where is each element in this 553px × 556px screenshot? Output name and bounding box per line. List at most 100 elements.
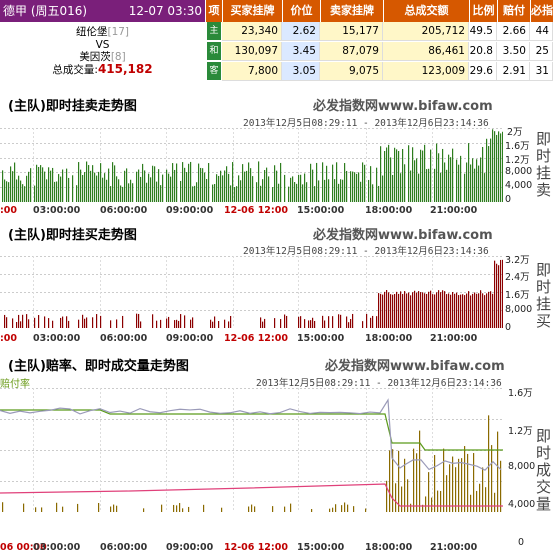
home-team[interactable]: 纽伦堡[17]: [0, 26, 205, 38]
sell-bar: [60, 176, 62, 202]
buy-bar: [398, 293, 400, 328]
buy-bar: [312, 317, 314, 328]
sell-bar: [176, 163, 178, 202]
buy-bar: [332, 316, 334, 328]
buy-bar: [156, 320, 158, 328]
sell-bar: [28, 171, 30, 202]
sell-bar: [72, 175, 74, 202]
sell-bar: [18, 175, 20, 202]
col-header-item: 项: [205, 0, 222, 22]
sell-bar: [396, 149, 398, 202]
buy-bar: [430, 290, 432, 328]
x-tick: 12-06 12:00: [224, 333, 288, 344]
sell-bar: [306, 182, 308, 202]
sell-bar: [232, 162, 234, 202]
sell-bar: [264, 170, 266, 202]
buy-bar: [262, 321, 264, 328]
volume-bar: [188, 506, 190, 512]
sell-bar: [202, 168, 204, 202]
sell-bar: [460, 155, 462, 202]
buy-bar: [392, 294, 394, 328]
volume-bar: [434, 455, 436, 512]
odds-chart-title: (主队)赔率、即时成交量走势图: [8, 359, 189, 374]
volume-bar: [161, 504, 163, 512]
buy-bar: [412, 292, 414, 328]
sell-bar: [442, 148, 444, 202]
buy-bar: [416, 292, 418, 328]
sell-bar: [120, 185, 122, 202]
sell-bar: [430, 149, 432, 202]
volume-bar: [344, 502, 346, 512]
buy-y-tick: 3.2万: [505, 255, 530, 266]
sell-bar: [198, 163, 200, 202]
volume-bar: [440, 490, 442, 512]
sell-bar: [8, 182, 10, 202]
sell-bar: [152, 165, 154, 202]
sell-bar: [362, 162, 364, 202]
buy-bar: [264, 318, 266, 328]
sell-bar: [294, 182, 296, 202]
buy-bar: [418, 291, 420, 328]
buy-bar: [48, 318, 50, 328]
buy-bar: [100, 315, 102, 328]
buy-bar: [190, 319, 192, 328]
sell-bar: [394, 147, 396, 202]
sell-bar: [404, 164, 406, 202]
sell-bar: [492, 129, 494, 202]
buy-bar: [436, 292, 438, 328]
sell-bar: [186, 172, 188, 202]
volume-bar: [476, 490, 478, 512]
cell-sell: 9,075: [320, 62, 383, 81]
sell-bar: [212, 184, 214, 202]
sell-bar: [280, 162, 282, 202]
buy-bar: [352, 313, 354, 328]
sell-bar: [170, 176, 172, 202]
buy-bar: [78, 319, 80, 328]
buy-bar: [214, 316, 216, 328]
odds-y-tick: 1.6万: [508, 388, 533, 399]
sell-bar: [180, 180, 182, 202]
sell-bar: [182, 162, 184, 202]
buy-bar: [52, 320, 54, 328]
sell-bar: [86, 161, 88, 202]
volume-bar: [2, 502, 4, 512]
sell-bar: [440, 172, 442, 202]
volume-bar: [488, 415, 490, 512]
cell-bf: 31: [530, 62, 553, 81]
col-header-payout: 赔付率: [497, 0, 530, 39]
x-tick: 06:00:00: [100, 333, 148, 344]
sell-bar: [238, 175, 240, 202]
sell-bar: [160, 185, 162, 202]
buy-bar: [168, 316, 170, 328]
x-tick: 21:00:00: [430, 542, 478, 553]
sell-bar: [310, 163, 312, 202]
sell-bar: [388, 144, 390, 202]
sell-bar: [316, 162, 318, 202]
volume-bar: [395, 483, 397, 512]
volume-bar: [116, 505, 118, 512]
sell-bar: [312, 169, 314, 202]
buy-bar: [496, 263, 498, 328]
odds-y-title: 即时成交量: [534, 428, 552, 513]
sell-bar: [82, 174, 84, 202]
cell-price: 2.62: [282, 22, 320, 41]
sell-y-tick: 4,000: [505, 180, 533, 191]
buy-bar: [386, 290, 388, 328]
odds-y-tick: 1.2万: [508, 426, 533, 437]
col-header-sell: 卖家挂牌: [320, 0, 383, 22]
buy-bar: [346, 316, 348, 328]
buy-bar: [472, 293, 474, 328]
sell-bar: [342, 179, 344, 202]
sell-bar: [234, 187, 236, 202]
odds-y-tick: 4,000: [508, 499, 536, 510]
cell-ratio: 29.6: [469, 62, 497, 81]
buy-bar: [432, 294, 434, 328]
buy-bar: [348, 322, 350, 328]
buy-bar: [116, 319, 118, 328]
buy-bar: [38, 315, 40, 328]
sell-bar: [58, 174, 60, 202]
buy-bar: [458, 295, 460, 328]
sell-bar: [124, 170, 126, 202]
buy-bar: [4, 314, 6, 328]
buy-bar: [298, 316, 300, 328]
